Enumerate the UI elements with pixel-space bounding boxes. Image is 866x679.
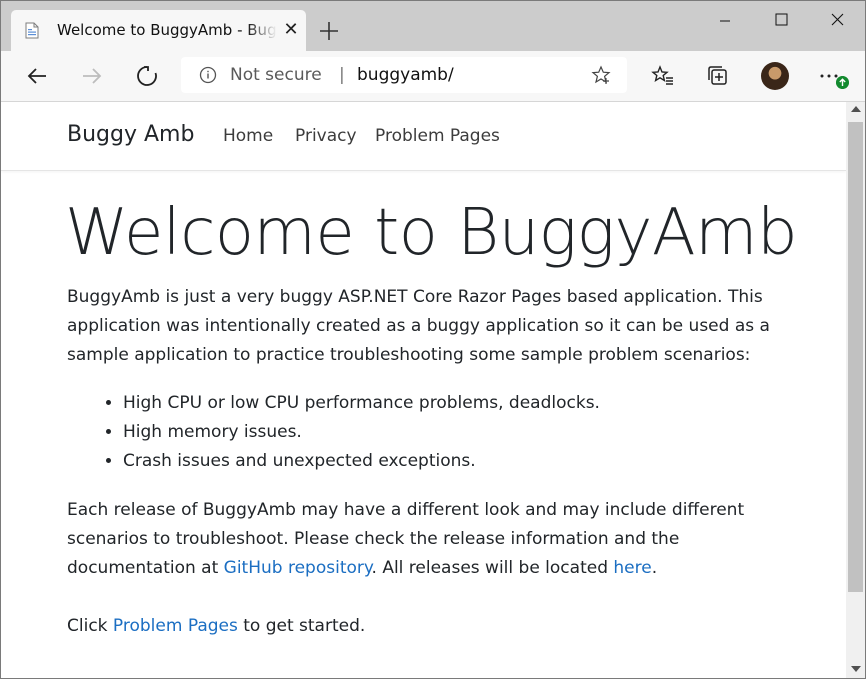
star-icon[interactable]	[591, 65, 611, 85]
browser-window: Welcome to BuggyAmb - BuggyAmb ✕	[0, 0, 866, 679]
favorites-icon[interactable]	[651, 64, 675, 88]
profile-avatar[interactable]	[761, 62, 789, 90]
tab-title: Welcome to BuggyAmb - BuggyAmb	[57, 21, 277, 39]
releases-here-link[interactable]: here	[613, 558, 651, 578]
plus-icon[interactable]	[316, 18, 342, 44]
list-item: Crash issues and unexpected exceptions.	[123, 447, 773, 476]
refresh-icon[interactable]	[135, 64, 159, 88]
scroll-down-icon[interactable]	[851, 666, 861, 672]
intro-paragraph: BuggyAmb is just a very buggy ASP.NET Co…	[67, 287, 770, 365]
brand-link[interactable]: Buggy Amb	[67, 122, 194, 147]
click-text: to get started.	[237, 616, 366, 636]
minimize-icon[interactable]	[697, 1, 753, 41]
feature-list: High CPU or low CPU performance problems…	[67, 389, 773, 476]
collections-icon[interactable]	[706, 64, 730, 88]
nav-problem-pages[interactable]: Problem Pages	[375, 126, 500, 146]
address-bar[interactable]: Not secure | buggyamb/	[181, 57, 627, 93]
close-icon[interactable]: ✕	[281, 20, 301, 40]
forward-arrow-icon[interactable]	[80, 64, 104, 88]
nav-home[interactable]: Home	[223, 126, 273, 146]
site-header: Buggy Amb Home Privacy Problem Pages	[1, 102, 846, 171]
click-text: Click	[67, 616, 113, 636]
release-paragraph: Each release of BuggyAmb may have a diff…	[67, 496, 787, 583]
close-window-icon[interactable]	[809, 1, 865, 41]
address-separator: |	[339, 65, 345, 85]
toolbar: Not secure | buggyamb/	[1, 51, 865, 102]
page-viewport: Buggy Amb Home Privacy Problem Pages Wel…	[1, 102, 846, 678]
list-item: High memory issues.	[123, 418, 773, 447]
vertical-scrollbar[interactable]	[846, 102, 865, 678]
update-badge-icon	[836, 76, 849, 89]
scroll-thumb[interactable]	[848, 122, 863, 592]
nav-privacy[interactable]: Privacy	[295, 126, 357, 146]
page-title: Welcome to BuggyAmb	[65, 196, 798, 270]
security-label[interactable]: Not secure	[230, 65, 322, 85]
maximize-icon[interactable]	[753, 1, 809, 41]
page-icon	[25, 22, 39, 39]
list-item: High CPU or low CPU performance problems…	[123, 389, 773, 418]
info-icon[interactable]	[199, 66, 217, 84]
title-bar: Welcome to BuggyAmb - BuggyAmb ✕	[1, 1, 865, 51]
url-text[interactable]: buggyamb/	[357, 65, 454, 85]
github-link[interactable]: GitHub repository	[224, 558, 372, 578]
scroll-up-icon[interactable]	[851, 106, 861, 112]
browser-tab[interactable]: Welcome to BuggyAmb - BuggyAmb ✕	[11, 10, 306, 51]
release-text: .	[651, 558, 658, 578]
problem-pages-link[interactable]: Problem Pages	[113, 616, 238, 636]
release-text: . All releases will be located	[371, 558, 614, 578]
get-started-paragraph: Click Problem Pages to get started.	[67, 612, 787, 641]
back-arrow-icon[interactable]	[25, 64, 49, 88]
